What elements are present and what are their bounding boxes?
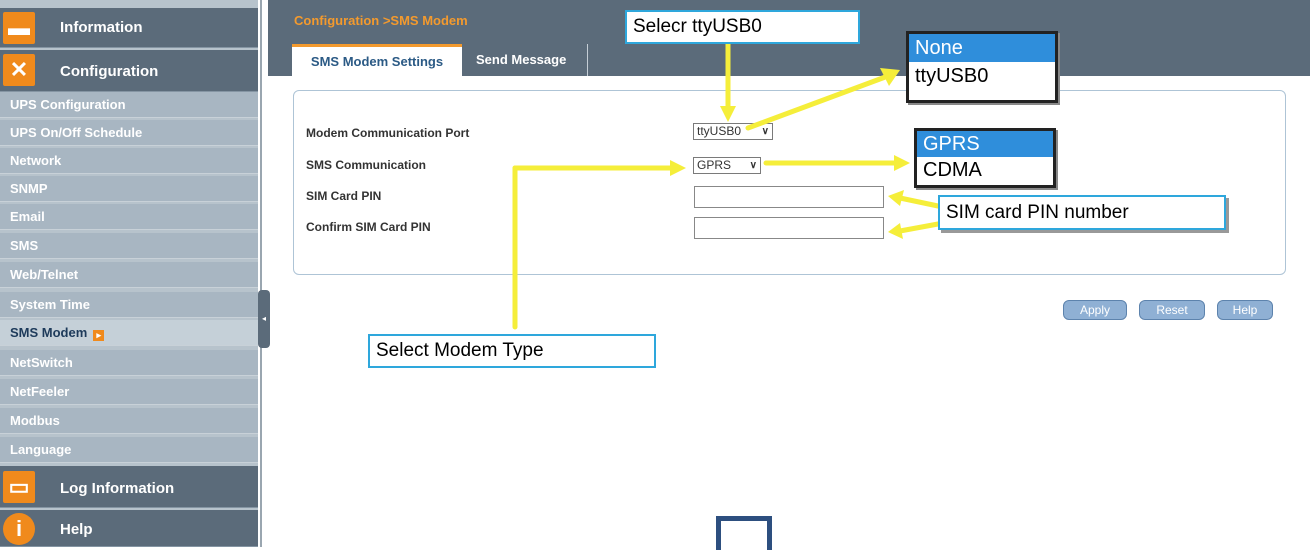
annotation-arrows [512,41,941,330]
port-option-ttyusb0: ttyUSB0 [915,65,989,87]
callout-pin-note: SIM card PIN number [938,195,1226,230]
arrow-head [670,160,686,176]
port-option-none: None [909,34,1055,62]
arrow-head [894,155,910,171]
comm-options-image: GPRS CDMA [914,128,1056,188]
arrow-line [897,195,941,209]
comm-option-cdma: CDMA [923,159,982,181]
port-options-image: None ttyUSB0 [906,31,1058,103]
callout-modem-type: Select Modem Type [368,334,656,368]
arrow-head [888,223,903,239]
arrow-line [897,221,941,234]
callout-select-port: Selecr ttyUSB0 [625,10,860,44]
partial-frame [716,516,772,550]
comm-option-gprs: GPRS [917,131,1053,157]
arrow-line [745,73,891,131]
arrow-head [888,190,904,206]
arrow-head [720,106,736,122]
